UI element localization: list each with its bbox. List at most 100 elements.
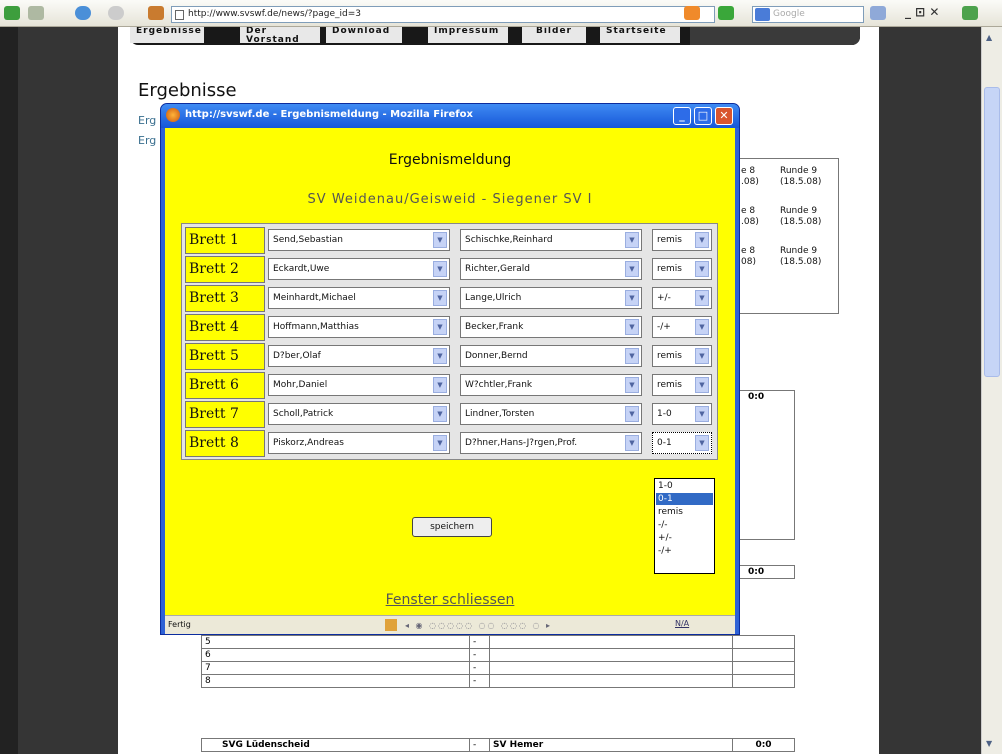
away-player-select[interactable]: Schischke,Reinhard ▼: [460, 229, 642, 251]
away-player-select[interactable]: Lange,Ulrich ▼: [460, 287, 642, 309]
go-icon[interactable]: [718, 6, 734, 20]
nav-ergebnisse[interactable]: Ergebnisse: [130, 27, 204, 43]
scroll-up-icon[interactable]: ▲: [986, 33, 992, 42]
back-icon[interactable]: [4, 6, 20, 20]
away-player-select[interactable]: D?hner,Hans-J?rgen,Prof. ▼: [460, 432, 642, 454]
chevron-down-icon[interactable]: ▼: [433, 406, 447, 422]
reload-icon[interactable]: [75, 6, 91, 20]
status-toolbar-icons[interactable]: ◂ ◉ ◌◌◌◌◌ ◌◌ ◌◌◌ ◌ ▸: [405, 621, 552, 630]
chevron-down-icon[interactable]: ▼: [625, 261, 639, 277]
dropdown-option[interactable]: remis: [656, 506, 713, 518]
chevron-down-icon[interactable]: ▼: [433, 319, 447, 335]
minimize-icon[interactable]: _: [673, 107, 691, 125]
rss-icon[interactable]: [684, 6, 700, 20]
dropdown-option[interactable]: +/-: [656, 532, 713, 544]
result-select[interactable]: 1-0 ▼: [652, 403, 712, 425]
chevron-down-icon[interactable]: ▼: [625, 290, 639, 306]
select-value: Scholl,Patrick: [273, 409, 334, 419]
chevron-down-icon[interactable]: ▼: [433, 348, 447, 364]
stop-icon[interactable]: [108, 6, 124, 20]
chevron-down-icon[interactable]: ▼: [433, 290, 447, 306]
chevron-down-icon[interactable]: ▼: [625, 348, 639, 364]
result-select[interactable]: -/+ ▼: [652, 316, 712, 338]
away-player-select[interactable]: Richter,Gerald ▼: [460, 258, 642, 280]
table-cell: [489, 635, 733, 649]
nav-bilder[interactable]: Bilder: [522, 27, 586, 43]
dropdown-option[interactable]: -/-: [656, 519, 713, 531]
dropdown-option[interactable]: -/+: [656, 545, 713, 557]
nav-startseite[interactable]: Startseite: [600, 27, 680, 43]
away-player-select[interactable]: Donner,Bernd ▼: [460, 345, 642, 367]
save-button[interactable]: speichern: [412, 517, 492, 537]
table-cell: [732, 661, 795, 675]
dropdown-option-selected[interactable]: 0-1: [656, 493, 713, 505]
away-player-select[interactable]: W?chtler,Frank ▼: [460, 374, 642, 396]
chevron-down-icon[interactable]: ▼: [625, 232, 639, 248]
nav-download[interactable]: Download: [326, 27, 402, 43]
chevron-down-icon[interactable]: ▼: [695, 435, 709, 451]
result-select[interactable]: +/- ▼: [652, 287, 712, 309]
result-select[interactable]: remis ▼: [652, 229, 712, 251]
dropdown-option[interactable]: 1-0: [656, 480, 713, 492]
select-value: Becker,Frank: [465, 322, 524, 332]
side-cell: e 8: [741, 246, 756, 256]
home-player-select[interactable]: Meinhardt,Michael ▼: [268, 287, 450, 309]
nav-impressum[interactable]: Impressum: [428, 27, 508, 43]
home-player-select[interactable]: D?ber,Olaf ▼: [268, 345, 450, 367]
side-cell: (18.5.08): [780, 257, 822, 267]
chevron-down-icon[interactable]: ▼: [433, 377, 447, 393]
chevron-down-icon[interactable]: ▼: [695, 232, 709, 248]
home-player-select[interactable]: Piskorz,Andreas ▼: [268, 432, 450, 454]
table-cell: 8: [201, 674, 470, 688]
nav-vorstand[interactable]: Der Vorstand: [240, 27, 320, 43]
board-label: Brett 3: [185, 285, 265, 312]
scrollbar[interactable]: ▲ ▼: [981, 27, 1002, 754]
search-input[interactable]: Google: [752, 6, 864, 23]
firefox-icon: [166, 108, 180, 122]
extension-icon[interactable]: [962, 6, 978, 20]
chevron-down-icon[interactable]: ▼: [433, 232, 447, 248]
window-controls-icon[interactable]: _ ⊡ ✕: [905, 5, 939, 19]
board-label: Brett 6: [185, 372, 265, 399]
results-link-1[interactable]: Erg: [138, 114, 156, 127]
close-window-link[interactable]: Fenster schliessen: [165, 592, 735, 608]
close-icon[interactable]: ✕: [715, 107, 733, 125]
away-player-select[interactable]: Becker,Frank ▼: [460, 316, 642, 338]
result-select[interactable]: remis ▼: [652, 374, 712, 396]
home-player-select[interactable]: Scholl,Patrick ▼: [268, 403, 450, 425]
chevron-down-icon[interactable]: ▼: [625, 377, 639, 393]
maximize-icon[interactable]: □: [694, 107, 712, 125]
chevron-down-icon[interactable]: ▼: [695, 319, 709, 335]
forward-icon[interactable]: [28, 6, 44, 20]
result-select[interactable]: remis ▼: [652, 345, 712, 367]
chevron-down-icon[interactable]: ▼: [695, 348, 709, 364]
home-player-select[interactable]: Eckardt,Uwe ▼: [268, 258, 450, 280]
away-player-select[interactable]: Lindner,Torsten ▼: [460, 403, 642, 425]
home-player-select[interactable]: Send,Sebastian ▼: [268, 229, 450, 251]
chevron-down-icon[interactable]: ▼: [695, 290, 709, 306]
result-select[interactable]: remis ▼: [652, 258, 712, 280]
chevron-down-icon[interactable]: ▼: [695, 377, 709, 393]
scroll-thumb[interactable]: [984, 87, 1000, 377]
result-select-active[interactable]: 0-1 ▼: [652, 432, 712, 454]
chevron-down-icon[interactable]: ▼: [695, 261, 709, 277]
chevron-down-icon[interactable]: ▼: [433, 261, 447, 277]
chevron-down-icon[interactable]: ▼: [625, 319, 639, 335]
select-value: remis: [657, 235, 682, 245]
results-link-2[interactable]: Erg: [138, 134, 156, 147]
home-icon[interactable]: [148, 6, 164, 20]
table-cell: [732, 635, 795, 649]
home-player-select[interactable]: Hoffmann,Matthias ▼: [268, 316, 450, 338]
chevron-down-icon[interactable]: ▼: [625, 406, 639, 422]
chevron-down-icon[interactable]: ▼: [433, 435, 447, 451]
search-go-icon[interactable]: [870, 6, 886, 20]
browser-toolbar: http://www.svswf.de/news/?page_id=3 Goog…: [0, 0, 1002, 27]
home-player-select[interactable]: Mohr,Daniel ▼: [268, 374, 450, 396]
url-bar[interactable]: http://www.svswf.de/news/?page_id=3: [171, 6, 715, 23]
chevron-down-icon[interactable]: ▼: [625, 435, 639, 451]
select-value: Schischke,Reinhard: [465, 235, 553, 245]
side-cell: 08): [741, 257, 756, 267]
status-addon-icon[interactable]: [385, 619, 397, 631]
scroll-down-icon[interactable]: ▼: [986, 739, 992, 748]
chevron-down-icon[interactable]: ▼: [695, 406, 709, 422]
